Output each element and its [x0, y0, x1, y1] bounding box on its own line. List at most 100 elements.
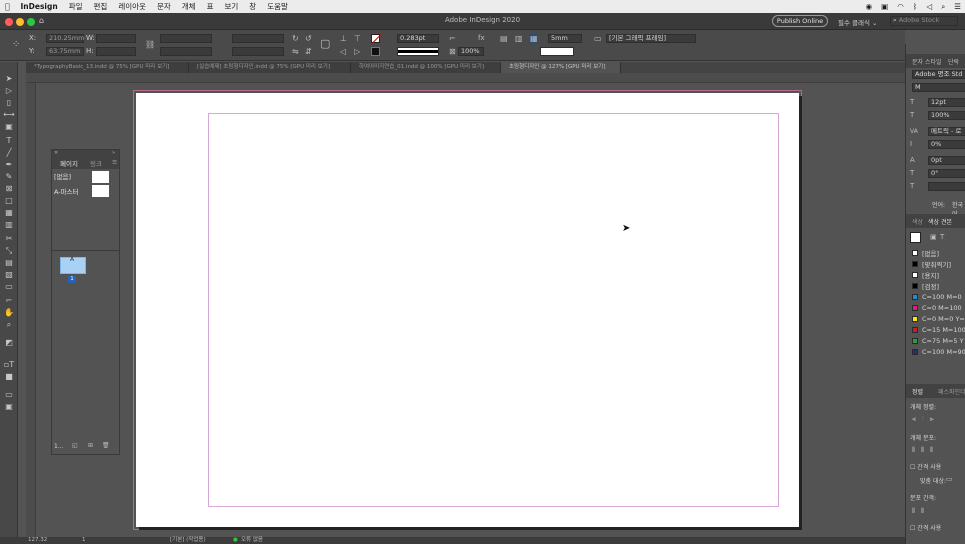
align-buttons-icon[interactable]: ⫷⫶⫸	[912, 415, 940, 424]
y-position-field[interactable]: 63.75mm	[46, 47, 84, 56]
menu-file[interactable]: 파일	[69, 1, 83, 12]
free-transform-tool-icon[interactable]: ⤡	[3, 246, 15, 256]
reference-point-icon[interactable]: ⁘	[12, 40, 20, 50]
scale-x-field[interactable]	[160, 34, 212, 43]
bluetooth-icon[interactable]: ᛒ	[913, 2, 918, 11]
gradient-tool-icon[interactable]: ▤	[3, 258, 15, 268]
menu-layout[interactable]: 레이아웃	[118, 1, 146, 12]
leading-field[interactable]: 100%	[928, 111, 965, 120]
gap-tool-icon[interactable]: ⟷	[3, 110, 15, 120]
note-tool-icon[interactable]: ▭	[3, 282, 15, 292]
swatch-fill-stroke-icon[interactable]	[910, 232, 921, 243]
apply-color-icon[interactable]: ■	[3, 372, 15, 382]
effects-fx-icon[interactable]: fx	[478, 34, 485, 43]
align-to-dropdown-icon[interactable]: ▭	[946, 475, 953, 484]
tab-character-styles[interactable]: 문자 스타일	[912, 57, 942, 66]
kerning-field[interactable]: 메트릭 - 로	[928, 127, 965, 136]
flip-v-icon[interactable]: ⇵	[305, 47, 312, 56]
swatch-item[interactable]: C=100 M=0	[912, 292, 962, 302]
tab-document-1[interactable]: *TypographyBasic_13.indd @ 75% [GPU 미리 보…	[26, 62, 189, 73]
opacity-field[interactable]: 100%	[458, 47, 484, 56]
control-center-icon[interactable]: ☰	[954, 2, 961, 11]
font-family-field[interactable]: Adobe 명조 Std	[912, 70, 965, 79]
workspace-switcher[interactable]: 필수 클래식 ⌄	[838, 17, 877, 27]
tab-document-2[interactable]: [실습예제] 초링형디자인.indd @ 75% [GPU 미리 보기]	[189, 62, 351, 73]
document-style-label[interactable]: [기본] (작업용)	[170, 537, 206, 544]
object-style-dropdown[interactable]: [기본 그래픽 프레임]	[606, 34, 696, 43]
apple-icon[interactable]: 	[5, 2, 10, 11]
swatch-item[interactable]: [용지]	[912, 270, 939, 280]
edit-page-size-icon[interactable]: ◱	[72, 442, 78, 449]
menu-edit[interactable]: 편집	[94, 1, 108, 12]
master-a-label[interactable]: A-마스터	[54, 186, 79, 196]
text-wrap-icon[interactable]: ▤	[500, 34, 508, 43]
page-1-number[interactable]: 1	[68, 276, 76, 283]
tab-color[interactable]: 색상	[912, 217, 923, 226]
rotate-cw-icon[interactable]: ↻	[292, 34, 299, 43]
skew-field[interactable]: 0°	[928, 169, 965, 178]
constrain-proportions-icon[interactable]: ⛓	[145, 40, 155, 49]
swatch-item[interactable]: [검정]	[912, 281, 939, 291]
screen-mode-icon[interactable]: ▣	[3, 402, 15, 412]
select-container-icon[interactable]: ⊥	[340, 34, 347, 43]
hand-tool-icon[interactable]: ✋	[3, 308, 15, 318]
character-rotation-field[interactable]	[928, 182, 965, 191]
direct-selection-tool-icon[interactable]: ▷	[3, 86, 15, 96]
rectangle-frame-tool-icon[interactable]: ⊠	[3, 184, 15, 194]
panel-close-icon[interactable]: ✕	[54, 150, 58, 156]
tab-pages[interactable]: 페이지	[60, 158, 78, 168]
opacity-icon[interactable]: ⊠	[449, 47, 456, 56]
stroke-swatch[interactable]	[371, 47, 380, 56]
swatch-item[interactable]: [없음]	[912, 248, 939, 258]
volume-icon[interactable]: ◁	[926, 2, 932, 11]
panel-menu-icon[interactable]: ≡	[112, 158, 117, 166]
tab-document-4[interactable]: 초링형디자인 @ 127% [GPU 미리 보기]	[501, 62, 621, 73]
use-spacing-checkbox[interactable]: ☐ 간격 사용	[910, 462, 941, 471]
tab-align[interactable]: 정렬	[912, 387, 923, 396]
page-number-field[interactable]: 1	[82, 537, 86, 544]
tab-links[interactable]: 링크	[90, 158, 102, 168]
swatch-text-icon[interactable]: T	[940, 233, 944, 242]
font-size-field[interactable]: 12pt	[928, 98, 965, 107]
eyedropper-tool-icon[interactable]: ⌐	[3, 296, 15, 306]
auto-fit-icon[interactable]: ▥	[515, 34, 523, 43]
adobe-stock-search[interactable]: ⌕ Adobe Stock	[890, 16, 958, 26]
swatch-container-icon[interactable]: ▣	[930, 233, 937, 242]
distribute-spacing-icon[interactable]: ⫴⫴	[912, 507, 930, 516]
frame-icon[interactable]: ▢	[320, 38, 330, 49]
selection-tool-icon[interactable]: ➤	[3, 74, 15, 84]
master-none-thumb[interactable]	[92, 171, 109, 183]
rectangle-tool-icon[interactable]: □	[3, 196, 15, 206]
menu-view[interactable]: 보기	[224, 1, 238, 12]
scale-y-field[interactable]	[160, 47, 212, 56]
tracking-field[interactable]: 0%	[928, 140, 965, 149]
distribute-buttons-icon[interactable]: ⫴⫴⫴	[912, 446, 939, 455]
select-content-icon[interactable]: ⊤	[354, 34, 361, 43]
swatch-item[interactable]: C=0 M=100	[912, 303, 962, 313]
table-tool-icon[interactable]: ▦	[3, 208, 15, 218]
zoom-level-field[interactable]: 127.32	[28, 537, 47, 544]
formatting-affects-icon[interactable]: ▫T	[3, 360, 15, 370]
menu-window[interactable]: 창	[249, 1, 256, 12]
corner-options-icon[interactable]: ⌐	[449, 34, 456, 43]
menu-app[interactable]: InDesign	[21, 2, 58, 11]
stroke-weight-field[interactable]: 0.283pt	[397, 34, 439, 43]
height-field[interactable]	[96, 47, 136, 56]
stroke-type-dropdown[interactable]	[397, 47, 439, 56]
scissors-tool-icon[interactable]: ✂	[3, 234, 15, 244]
swatch-item[interactable]: C=75 M=5 Y	[912, 336, 964, 346]
menu-type[interactable]: 문자	[157, 1, 171, 12]
swatch-item[interactable]: C=100 M=90	[912, 347, 965, 357]
panel-collapse-icon[interactable]: »	[112, 150, 115, 156]
baseline-shift-field[interactable]: 0pt	[928, 156, 965, 165]
fill-stroke-icon[interactable]: ◩	[3, 338, 15, 348]
menu-table[interactable]: 표	[207, 1, 214, 12]
status-icon-2[interactable]: ▣	[881, 2, 888, 11]
width-field[interactable]	[96, 34, 136, 43]
zoom-tool-icon[interactable]: ⌕	[3, 320, 15, 330]
search-icon[interactable]: ⌕	[941, 2, 945, 12]
normal-view-icon[interactable]: ▭	[3, 390, 15, 400]
auto-fit-icon[interactable]: ▦	[530, 34, 538, 43]
wifi-icon[interactable]: ◠	[897, 2, 904, 11]
rotate-ccw-icon[interactable]: ↺	[305, 34, 312, 43]
